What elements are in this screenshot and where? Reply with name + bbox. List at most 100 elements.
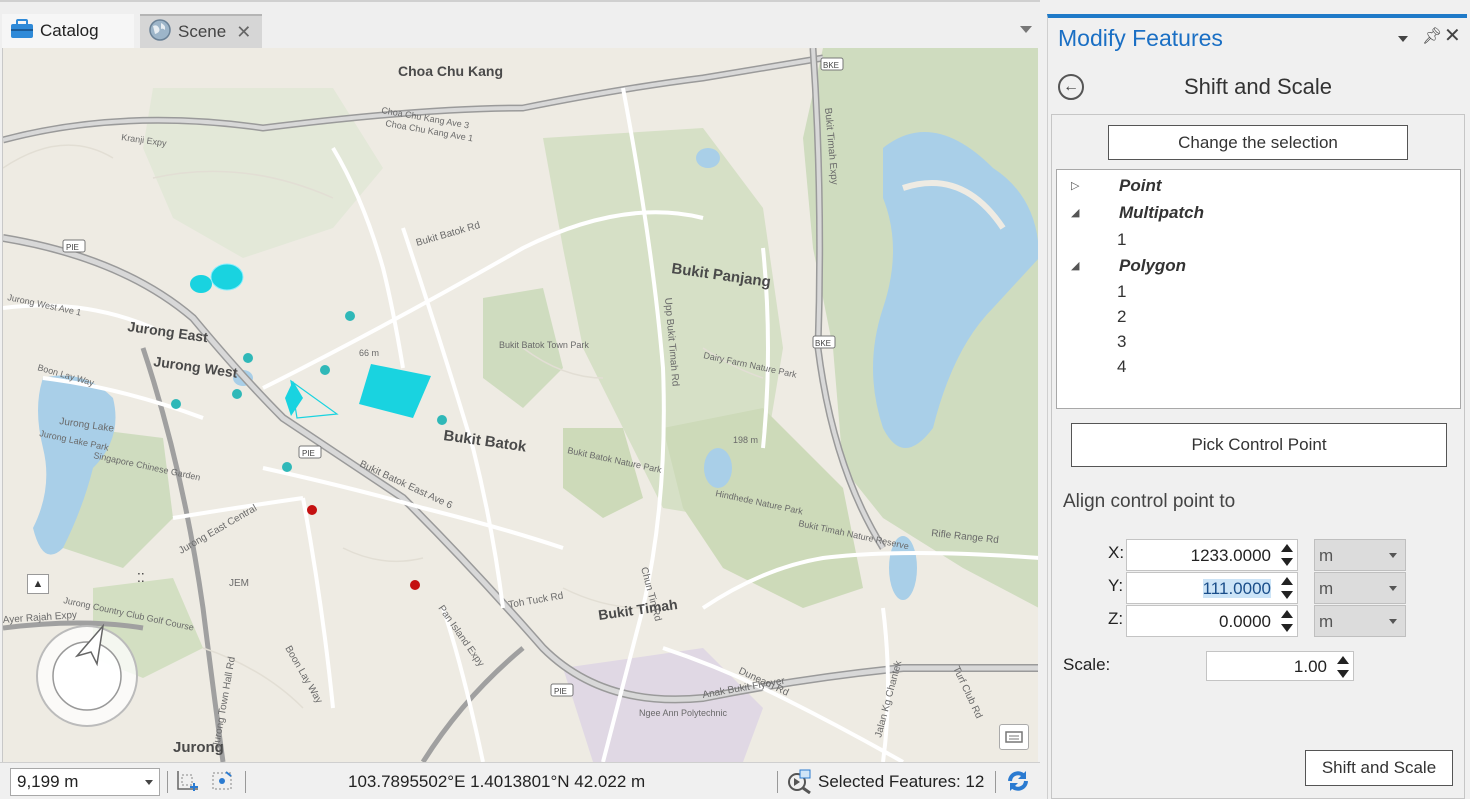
point-feature[interactable] (345, 311, 355, 321)
y-unit-dropdown[interactable]: m (1314, 572, 1406, 604)
y-spinner[interactable] (1280, 576, 1294, 600)
pick-control-point-button[interactable]: Pick Control Point (1071, 423, 1447, 467)
selected-features-count[interactable]: Selected Features: 12 (818, 772, 984, 792)
point-feature[interactable] (282, 462, 292, 472)
scale-factor-input[interactable]: 1.00 (1206, 651, 1354, 681)
tree-item-label: 2 (1117, 307, 1127, 326)
map-road-label: Boon Lay Way (282, 644, 324, 706)
point-feature[interactable] (232, 389, 242, 399)
expand-triangle-icon[interactable]: ▷ (1071, 179, 1079, 192)
tree-item-label: 1 (1117, 282, 1127, 301)
map-label-choa-chu-kang: Choa Chu Kang (398, 63, 503, 79)
view-tab-bar: Catalog Scene ✕ (0, 0, 1040, 48)
globe-icon (148, 18, 172, 47)
collapse-triangle-icon[interactable]: ◢ (1071, 259, 1079, 272)
catalog-icon (10, 18, 34, 44)
x-coordinate-input[interactable]: 1233.0000 (1126, 539, 1298, 571)
map-label-bukit-batok: Bukit Batok (442, 427, 528, 456)
shift-and-scale-button[interactable]: Shift and Scale (1305, 750, 1453, 786)
polygon-feature[interactable] (359, 364, 431, 418)
snapping-settings-icon[interactable] (210, 769, 236, 798)
pin-icon[interactable]: 📌︎ (1422, 26, 1442, 46)
map-elevation-label: 66 m (359, 348, 379, 358)
chevron-down-icon (145, 780, 153, 785)
align-control-point-label: Align control point to (1063, 491, 1236, 512)
point-feature[interactable] (171, 399, 181, 409)
scale-value: 1.00 (1293, 657, 1327, 676)
pane-options-chevron-down-icon[interactable] (1398, 36, 1408, 42)
point-feature-red[interactable] (410, 580, 420, 590)
point-feature[interactable] (437, 415, 447, 425)
x-spinner[interactable] (1280, 543, 1294, 567)
x-label: X: (1108, 543, 1125, 562)
y-value: 111.0000 (1202, 579, 1271, 598)
z-label: Z: (1108, 609, 1124, 628)
point-feature[interactable] (320, 365, 330, 375)
tree-group-label: Polygon (1119, 256, 1187, 275)
selection-tree[interactable]: ▷ Point ◢ Multipatch 1 ◢ Polygon 1 2 3 4 (1056, 169, 1461, 409)
z-spinner[interactable] (1280, 609, 1294, 633)
map-park-label: Bukit Batok Town Park (499, 340, 589, 350)
y-unit: m (1319, 579, 1334, 598)
chevron-down-icon (1389, 619, 1397, 624)
y-coordinate-input[interactable]: 111.0000 (1126, 572, 1298, 604)
divider (167, 771, 168, 793)
svg-text:BKE: BKE (823, 61, 839, 70)
z-unit: m (1319, 612, 1334, 631)
scale-label: Scale: (1063, 655, 1111, 674)
svg-text:BKE: BKE (815, 339, 831, 348)
refresh-icon[interactable] (1004, 767, 1032, 799)
chevron-up-icon[interactable]: ▲ (27, 574, 49, 594)
tab-catalog-label: Catalog (40, 21, 99, 40)
modify-features-pane: Modify Features 📌︎ ✕ ← Shift and Scale C… (1047, 14, 1467, 799)
zoom-to-selected-icon[interactable] (786, 768, 814, 799)
svg-text:PIE: PIE (302, 449, 315, 458)
scale-spinner[interactable] (1336, 655, 1350, 679)
expressway-shield-bke: BKE (812, 335, 836, 349)
expressway-shield-bke: BKE (820, 57, 844, 71)
tree-item-label: 4 (1117, 357, 1127, 376)
x-unit-dropdown[interactable]: m (1314, 539, 1406, 571)
compass-icon[interactable] (33, 622, 141, 730)
tree-group-label: Point (1119, 176, 1162, 195)
divider (777, 771, 778, 793)
point-feature-red[interactable] (307, 505, 317, 515)
map-road-label: Pan Island Expy (436, 603, 486, 669)
collapse-triangle-icon[interactable]: ◢ (1071, 206, 1079, 219)
close-icon[interactable]: ✕ (1444, 23, 1461, 48)
multipatch-feature[interactable] (210, 263, 244, 291)
overview-map-icon[interactable] (999, 724, 1029, 750)
tree-item-label: 3 (1117, 332, 1127, 351)
expressway-shield-pie: PIE (550, 683, 574, 697)
z-coordinate-input[interactable]: 0.0000 (1126, 605, 1298, 637)
divider (995, 771, 996, 793)
map-scale-dropdown[interactable]: 9,199 m (10, 768, 160, 796)
svg-text:PIE: PIE (66, 243, 79, 252)
tree-item-label: 1 (1117, 230, 1127, 249)
point-feature[interactable] (243, 353, 253, 363)
coordinate-readout: 103.7895502°E 1.4013801°N 42.022 m (348, 772, 646, 791)
z-unit-dropdown[interactable]: m (1314, 605, 1406, 637)
divider (245, 771, 246, 793)
svg-text:PIE: PIE (554, 687, 567, 696)
map-status-bar: 9,199 m 103.7895502°E 1.4013801°N 42.022… (0, 762, 1040, 799)
basemap: Choa Chu Kang Bukit Panjang Bukit Batok … (3, 48, 1038, 762)
tab-overflow-chevron-down-icon[interactable] (1020, 26, 1032, 33)
y-label: Y: (1108, 576, 1124, 595)
tab-scene-label: Scene (178, 22, 227, 41)
map-scale-value: 9,199 m (17, 772, 79, 791)
tab-catalog[interactable]: Catalog (2, 14, 134, 48)
chevron-down-icon (1389, 553, 1397, 558)
navigator-control[interactable] (33, 622, 141, 730)
map-view[interactable]: Choa Chu Kang Bukit Panjang Bukit Batok … (2, 48, 1038, 762)
map-park-label: Ngee Ann Polytechnic (639, 708, 728, 718)
pane-title: Modify Features (1058, 25, 1223, 51)
tool-title: Shift and Scale (1184, 74, 1332, 99)
grid-snapping-icon[interactable] (176, 769, 202, 798)
multipatch-feature[interactable] (190, 275, 212, 293)
tab-scene[interactable]: Scene ✕ (140, 14, 262, 48)
map-dots-icon: ⁚⁚ (137, 571, 145, 585)
change-selection-button[interactable]: Change the selection (1108, 125, 1408, 160)
map-road-label: Toh Tuck Rd (508, 590, 565, 610)
close-icon[interactable]: ✕ (236, 22, 251, 43)
